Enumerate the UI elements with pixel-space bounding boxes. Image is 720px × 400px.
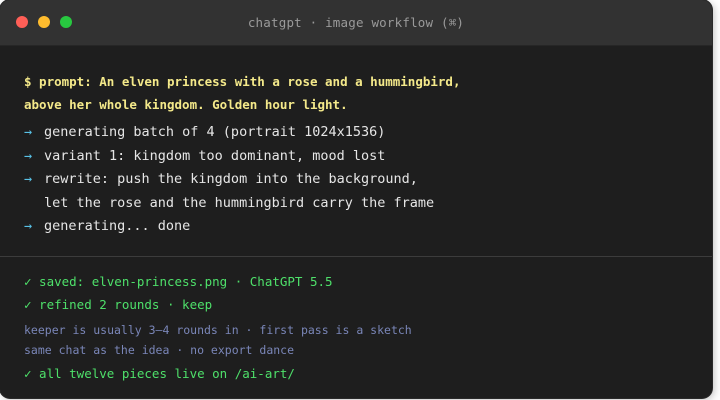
note-line: same chat as the idea · no export dance xyxy=(24,342,295,357)
result-block: ✓ saved: elven-princess.png · ChatGPT 5.… xyxy=(24,270,712,316)
prompt-line: above her whole kingdom. Golden hour lig… xyxy=(24,97,348,112)
note-line: keeper is usually 3–4 rounds in · first … xyxy=(24,322,412,337)
step-text: rewrite: push the kingdom into the backg… xyxy=(44,171,418,187)
step-text: let the rose and the hummingbird carry t… xyxy=(44,194,435,211)
success-line: ✓ refined 2 rounds · keep xyxy=(24,296,213,312)
final-success-line: ✓ all twelve pieces live on /ai-art/ xyxy=(24,365,295,381)
step-item: → variant 1: kingdom too dominant, mood … xyxy=(24,145,712,169)
step-text: generating batch of 4 (portrait 1024x153… xyxy=(44,124,386,140)
window-title: chatgpt · image workflow (⌘) xyxy=(247,15,465,30)
terminal-output: $ prompt: An elven princess with a rose … xyxy=(0,46,712,385)
step-item: → generating... done xyxy=(24,215,712,239)
title-bar: chatgpt · image workflow (⌘) xyxy=(0,0,712,46)
arrow-icon: → xyxy=(24,218,33,234)
terminal-window: chatgpt · image workflow (⌘) $ prompt: A… xyxy=(0,0,712,398)
success-line: ✓ saved: elven-princess.png · ChatGPT 5.… xyxy=(24,273,333,289)
step-list: → generating batch of 4 (portrait 1024x1… xyxy=(24,121,712,239)
arrow-icon: → xyxy=(24,171,33,187)
step-item: → generating batch of 4 (portrait 1024x1… xyxy=(24,121,712,145)
prompt-line: $ prompt: An elven princess with a rose … xyxy=(24,74,461,89)
divider xyxy=(0,255,712,257)
step-continuation: let the rose and the hummingbird carry t… xyxy=(24,192,712,216)
step-text: generating... done xyxy=(44,218,191,234)
step-text: variant 1: kingdom too dominant, mood lo… xyxy=(44,147,386,164)
arrow-icon: → xyxy=(24,124,33,140)
note-block: keeper is usually 3–4 rounds in · first … xyxy=(24,320,712,360)
step-item: → rewrite: push the kingdom into the bac… xyxy=(24,168,712,192)
arrow-icon: → xyxy=(24,147,33,164)
prompt-block: $ prompt: An elven princess with a rose … xyxy=(24,70,712,116)
